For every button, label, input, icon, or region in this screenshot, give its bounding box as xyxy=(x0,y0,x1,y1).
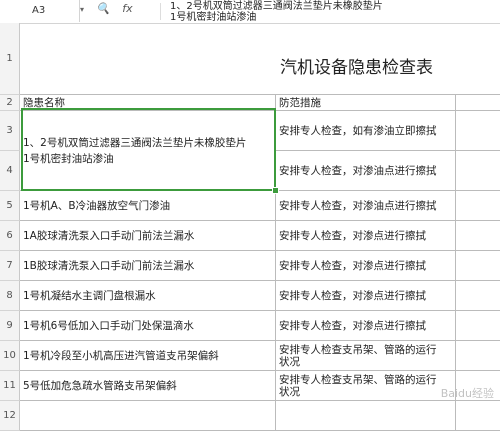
measure-cell-11[interactable]: 安排专人检查支吊架、管路的运行 状况 xyxy=(276,371,456,401)
hazard-cell-6[interactable]: 1A胶球清洗泵入口手动门前法兰漏水 xyxy=(20,221,276,251)
spreadsheet-grid[interactable]: 1 2 3 4 5 6 7 8 9 10 11 12 汽机设备隐患检查表 隐患名… xyxy=(0,23,500,431)
sheet-title: 汽机设备隐患检查表 xyxy=(280,58,433,78)
measure-cell-4[interactable]: 安排专人检查，对渗油点进行擦拭 xyxy=(276,151,456,191)
measure-cell-5[interactable]: 安排专人检查，对渗油点进行擦拭 xyxy=(276,191,456,221)
row-header-11[interactable]: 11 xyxy=(0,371,20,401)
row-header-8[interactable]: 8 xyxy=(0,281,20,311)
hazard-cell-12[interactable] xyxy=(20,401,276,431)
row-header-7[interactable]: 7 xyxy=(0,251,20,281)
extra-cell-7[interactable] xyxy=(456,251,500,281)
hazard-cell-8[interactable]: 1号机凝结水主调门盘根漏水 xyxy=(20,281,276,311)
row-header-4[interactable]: 4 xyxy=(0,151,20,191)
name-box[interactable]: A3 xyxy=(0,0,80,22)
row-header-9[interactable]: 9 xyxy=(0,311,20,341)
extra-cell-6[interactable] xyxy=(456,221,500,251)
extra-cell-4[interactable] xyxy=(456,151,500,191)
measure-cell-8[interactable]: 安排专人检查，对渗点进行擦拭 xyxy=(276,281,456,311)
hazard-text: 1、2号机双筒过滤器三通阀法兰垫片未橡胶垫片 1号机密封油站渗油 xyxy=(23,136,247,165)
measure-cell-6[interactable]: 安排专人检查，对渗点进行擦拭 xyxy=(276,221,456,251)
watermark: Baidu经验 xyxy=(440,387,494,400)
formula-input[interactable]: 1、2号机双筒过滤器三通阀法兰垫片未橡胶垫片 1号机密封油站渗油 xyxy=(170,1,383,23)
hazard-cell-9[interactable]: 1号机6号低加入口手动门处保温滴水 xyxy=(20,311,276,341)
row-header-6[interactable]: 6 xyxy=(0,221,20,251)
measure-cell-9[interactable]: 安排专人检查，对渗点进行擦拭 xyxy=(276,311,456,341)
extra-cell-12[interactable] xyxy=(456,401,500,431)
row-header-3[interactable]: 3 xyxy=(0,111,20,151)
measure-text-11: 安排专人检查支吊架、管路的运行 状况 xyxy=(279,373,437,398)
header-prevention[interactable]: 防范措施 xyxy=(276,95,456,111)
extra-cell-8[interactable] xyxy=(456,281,500,311)
row-header-2[interactable]: 2 xyxy=(0,95,20,111)
measure-cell-3[interactable]: 安排专人检查，如有渗油立即擦拭 xyxy=(276,111,456,151)
row-header-5[interactable]: 5 xyxy=(0,191,20,221)
search-icon[interactable]: 🔍 xyxy=(96,2,110,15)
hazard-cell-10[interactable]: 1号机冷段至小机高压进汽管道支吊架偏斜 xyxy=(20,341,276,371)
formula-line-2: 1号机密封油站渗油 xyxy=(170,12,257,23)
row-header-1[interactable]: 1 xyxy=(0,23,20,95)
extra-cell-10[interactable] xyxy=(456,341,500,371)
fill-handle[interactable] xyxy=(272,187,279,194)
measure-text-10: 安排专人检查支吊架、管路的运行 状况 xyxy=(279,343,437,368)
measure-cell-10[interactable]: 安排专人检查支吊架、管路的运行 状况 xyxy=(276,341,456,371)
row-header-10[interactable]: 10 xyxy=(0,341,20,371)
formula-tools: 🔍 fx xyxy=(96,2,142,15)
hazard-cell-merged[interactable]: 1、2号机双筒过滤器三通阀法兰垫片未橡胶垫片 1号机密封油站渗油 xyxy=(20,111,276,191)
measure-cell-7[interactable]: 安排专人检查，对渗点进行擦拭 xyxy=(276,251,456,281)
header-hazard-name[interactable]: 隐患名称 xyxy=(20,95,276,111)
formula-bar: A3 ▾ 🔍 fx 1、2号机双筒过滤器三通阀法兰垫片未橡胶垫片 1号机密封油站… xyxy=(0,0,500,24)
fx-icon[interactable]: fx xyxy=(122,2,132,15)
header-extra[interactable] xyxy=(456,95,500,111)
hazard-cell-11[interactable]: 5号低加危急疏水管路支吊架偏斜 xyxy=(20,371,276,401)
formula-line-1: 1、2号机双筒过滤器三通阀法兰垫片未橡胶垫片 xyxy=(170,1,383,12)
extra-cell-5[interactable] xyxy=(456,191,500,221)
extra-cell-3[interactable] xyxy=(456,111,500,151)
chevron-down-icon[interactable]: ▾ xyxy=(80,5,84,14)
hazard-cell-7[interactable]: 1B胶球清洗泵入口手动门前法兰漏水 xyxy=(20,251,276,281)
row-header-12[interactable]: 12 xyxy=(0,401,20,431)
measure-cell-12[interactable] xyxy=(276,401,456,431)
extra-cell-9[interactable] xyxy=(456,311,500,341)
hazard-cell-5[interactable]: 1号机A、B冷油器放空气门渗油 xyxy=(20,191,276,221)
formula-separator xyxy=(160,3,161,20)
